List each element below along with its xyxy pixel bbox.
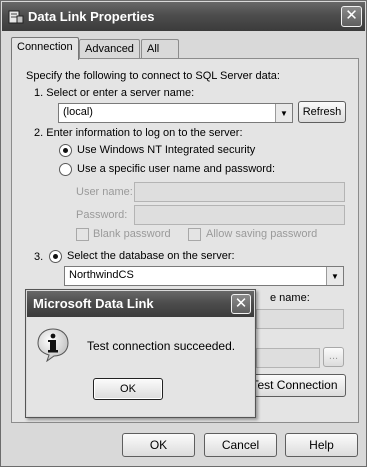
- window-title: Data Link Properties: [28, 9, 155, 24]
- select-database-label: Select the database on the server:: [67, 250, 235, 262]
- blank-password-checkbox[interactable]: [76, 228, 89, 241]
- dialog-ok-button[interactable]: OK: [93, 378, 163, 400]
- specific-auth-label: Use a specific user name and password:: [77, 163, 276, 175]
- windows-auth-label: Use Windows NT Integrated security: [77, 144, 256, 156]
- dialog-title: Microsoft Data Link: [33, 296, 154, 311]
- username-label: User name:: [76, 186, 133, 198]
- test-connection-button[interactable]: Test Connection: [243, 374, 346, 397]
- close-icon: ✕: [345, 7, 358, 24]
- dialog-body: Test connection succeeded. OK: [27, 317, 254, 416]
- tab-advanced[interactable]: Advanced: [79, 39, 140, 59]
- test-connection-dialog: Microsoft Data Link ✕ Test connection su…: [25, 289, 256, 418]
- chevron-down-icon[interactable]: ▼: [275, 104, 292, 122]
- dialog-message: Test connection succeeded.: [87, 339, 236, 353]
- server-name-value: (local): [63, 106, 93, 118]
- select-database-radio[interactable]: [49, 250, 62, 263]
- ok-button[interactable]: OK: [122, 433, 195, 457]
- password-field[interactable]: [134, 205, 345, 225]
- cancel-button[interactable]: Cancel: [204, 433, 277, 457]
- password-label: Password:: [76, 209, 128, 221]
- chevron-down-icon[interactable]: ▼: [326, 267, 343, 285]
- step3-number: 3.: [34, 251, 44, 263]
- attach-name-field[interactable]: [256, 309, 344, 329]
- intro-text: Specify the following to connect to SQL …: [26, 70, 280, 82]
- refresh-button[interactable]: Refresh: [298, 101, 346, 123]
- database-value: NorthwindCS: [69, 269, 134, 281]
- allow-saving-label: Allow saving password: [206, 228, 318, 240]
- specific-auth-radio[interactable]: [59, 163, 72, 176]
- tab-connection[interactable]: Connection: [11, 37, 79, 60]
- server-name-combo[interactable]: (local) ▼: [58, 103, 293, 123]
- blank-password-label: Blank password: [93, 228, 171, 240]
- database-combo[interactable]: NorthwindCS ▼: [64, 266, 344, 286]
- close-button[interactable]: ✕: [341, 6, 362, 27]
- allow-saving-password-checkbox[interactable]: [188, 228, 201, 241]
- title-bar[interactable]: Data Link Properties ✕: [2, 2, 365, 31]
- filename-field[interactable]: [256, 348, 320, 368]
- step1-label: 1. Select or enter a server name:: [34, 87, 195, 99]
- dialog-close-button[interactable]: ✕: [231, 294, 251, 314]
- data-link-properties-window: Data Link Properties ✕ Connection Advanc…: [0, 0, 367, 467]
- username-field[interactable]: [134, 182, 345, 202]
- windows-auth-radio[interactable]: [59, 144, 72, 157]
- close-icon: ✕: [234, 295, 248, 312]
- information-icon: [37, 328, 69, 362]
- tab-all[interactable]: All: [141, 39, 179, 59]
- step2-label: 2. Enter information to log on to the se…: [34, 127, 243, 139]
- data-link-icon: [8, 10, 24, 24]
- browse-button[interactable]: ...: [323, 347, 344, 367]
- attach-filename-label: e name:: [270, 292, 310, 304]
- help-button[interactable]: Help: [285, 433, 358, 457]
- dialog-title-bar[interactable]: Microsoft Data Link ✕: [27, 291, 254, 317]
